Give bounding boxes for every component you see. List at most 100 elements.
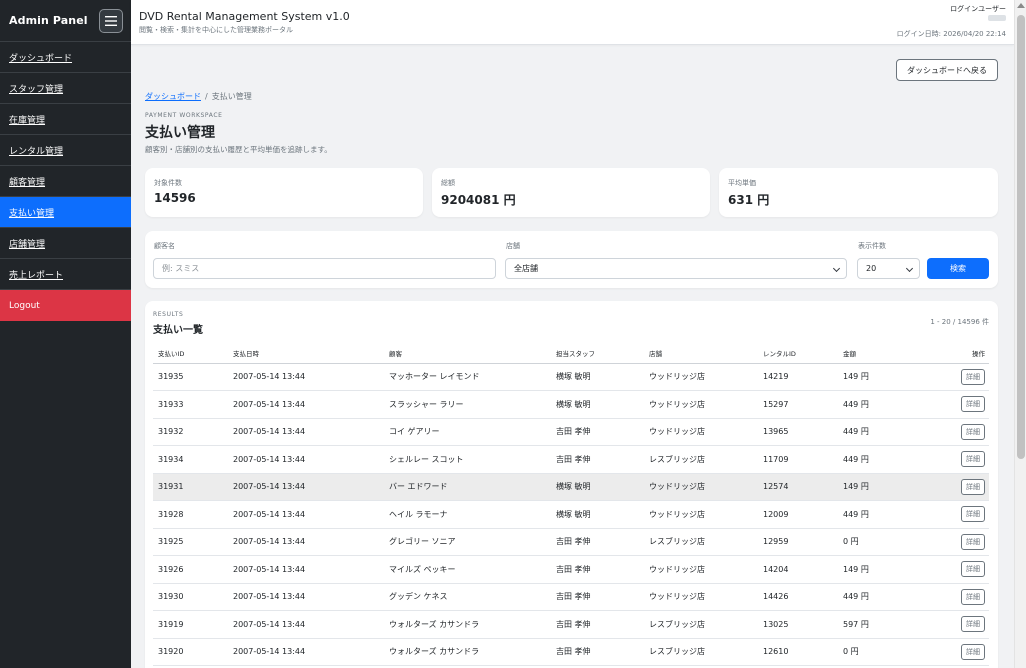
search-button[interactable]: 検索	[927, 258, 989, 279]
detail-button[interactable]: 詳細	[961, 451, 985, 468]
back-to-dashboard-button[interactable]: ダッシュボードへ戻る	[896, 59, 998, 81]
table-cell: 597 円	[838, 610, 910, 639]
column-header: レンタルID	[758, 343, 838, 364]
table-cell: 449 円	[838, 583, 910, 611]
detail-button[interactable]: 詳細	[961, 588, 985, 605]
table-cell: 吉田 孝伸	[551, 610, 644, 639]
detail-button[interactable]: 詳細	[961, 423, 985, 440]
logout-button[interactable]: Logout	[0, 290, 131, 321]
column-header: 担当スタッフ	[551, 343, 644, 364]
detail-button[interactable]: 詳細	[961, 396, 985, 413]
table-cell: ウッドリッジ店	[644, 500, 758, 529]
table-row[interactable]: 31926 2007-05-14 13:44 マイルズ ペッキー 吉田 孝伸 ウッドリッ…	[153, 555, 989, 584]
breadcrumb: ダッシュボード / 支払い管理	[145, 91, 252, 102]
table-cell: 149 円	[838, 555, 910, 584]
table-cell: 0 円	[838, 528, 910, 556]
sidebar-item-rentals[interactable]: レンタル管理	[0, 135, 131, 166]
sidebar-item-payments[interactable]: 支払い管理	[0, 197, 131, 228]
table-row[interactable]: 31919 2007-05-14 13:44 ウォルターズ カサンドラ 吉田 孝伸 レス…	[153, 610, 989, 639]
table-cell: 149 円	[838, 363, 910, 391]
table-cell: 12009	[758, 500, 838, 529]
table-cell: 横塚 敏明	[551, 390, 644, 419]
table-cell: 31925	[153, 528, 228, 556]
sidebar-item-staff[interactable]: スタッフ管理	[0, 73, 131, 104]
results-card: RESULTS 支払い一覧 1 - 20 / 14596 件 支払いID 支払日…	[145, 301, 998, 668]
table-cell: ウッドリッジ店	[644, 390, 758, 419]
table-cell: 449 円	[838, 500, 910, 529]
table-cell: グレゴリー ソニア	[384, 528, 551, 556]
table-cell: 2007-05-14 13:44	[228, 528, 384, 556]
table-cell: 31931	[153, 473, 228, 501]
table-cell: バー エドワード	[384, 473, 551, 501]
table-cell: 吉田 孝伸	[551, 445, 644, 474]
table-cell: 2007-05-14 13:44	[228, 638, 384, 666]
table-row[interactable]: 31932 2007-05-14 13:44 コイ ゲアリー 吉田 孝伸 ウッドリッジ店…	[153, 418, 989, 446]
sidebar-brand: Admin Panel	[0, 0, 131, 42]
page-size-select[interactable]: 20	[857, 258, 920, 279]
table-row[interactable]: 31920 2007-05-14 13:44 ウォルターズ カサンドラ 吉田 孝伸 レス…	[153, 638, 989, 666]
table-cell-actions: 詳細	[910, 445, 989, 474]
table-cell: 吉田 孝伸	[551, 528, 644, 556]
sidebar-item-customers[interactable]: 顧客管理	[0, 166, 131, 197]
brand-title: Admin Panel	[9, 14, 88, 27]
detail-button[interactable]: 詳細	[961, 478, 985, 495]
table-cell: 149 円	[838, 473, 910, 501]
table-cell: ウォルターズ カサンドラ	[384, 638, 551, 666]
page-scrollbar[interactable]	[1014, 0, 1026, 668]
sidebar: Admin Panel ダッシュボード スタッフ管理 在庫管理 レンタル管理 顧…	[0, 0, 131, 668]
detail-button[interactable]: 詳細	[961, 368, 985, 385]
menu-toggle-button[interactable]	[99, 8, 123, 33]
table-cell: 31934	[153, 445, 228, 474]
table-cell: レスブリッジ店	[644, 445, 758, 474]
column-header: 顧客	[384, 343, 551, 364]
store-select[interactable]: 全店舗	[505, 258, 847, 279]
table-row[interactable]: 31928 2007-05-14 13:44 ヘイル ラモーナ 横塚 敏明 ウッドリッジ…	[153, 500, 989, 529]
top-header: DVD Rental Management System v1.0 閲覧・検索・…	[131, 0, 1014, 45]
breadcrumb-home-link[interactable]: ダッシュボード	[145, 92, 201, 101]
table-cell: 31933	[153, 390, 228, 419]
user-name-redacted	[988, 15, 1006, 21]
stat-card-total: 総額 9204081 円	[432, 168, 710, 217]
table-cell: 吉田 孝伸	[551, 638, 644, 666]
table-cell: 31920	[153, 638, 228, 666]
table-cell: 449 円	[838, 445, 910, 474]
table-row[interactable]: 31930 2007-05-14 13:44 グッデン ケネス 吉田 孝伸 ウッドリッジ…	[153, 583, 989, 611]
payments-table: 支払いID 支払日時 顧客 担当スタッフ 店舗 レンタルID 金額 操作 319…	[153, 343, 989, 666]
customer-name-label: 顧客名	[154, 242, 175, 250]
hamburger-icon	[105, 15, 117, 26]
detail-button[interactable]: 詳細	[961, 616, 985, 633]
table-cell: 横塚 敏明	[551, 473, 644, 501]
table-cell-actions: 詳細	[910, 555, 989, 584]
table-row[interactable]: 31935 2007-05-14 13:44 マッホーター レイモンド 横塚 敏明 ウッ…	[153, 363, 989, 391]
detail-button[interactable]: 詳細	[961, 533, 985, 550]
detail-button[interactable]: 詳細	[961, 643, 985, 660]
sidebar-item-inventory[interactable]: 在庫管理	[0, 104, 131, 135]
detail-button[interactable]: 詳細	[961, 506, 985, 523]
table-row[interactable]: 31933 2007-05-14 13:44 スラッシャー ラリー 横塚 敏明 ウッドリ…	[153, 390, 989, 419]
results-title: 支払い一覧	[153, 325, 203, 336]
table-cell-actions: 詳細	[910, 583, 989, 611]
sidebar-item-stores[interactable]: 店舗管理	[0, 228, 131, 259]
breadcrumb-current: 支払い管理	[211, 92, 252, 101]
main-content: ダッシュボードへ戻る ダッシュボード / 支払い管理 PAYMENT WORKSPA…	[131, 45, 1014, 668]
table-row[interactable]: 31931 2007-05-14 13:44 バー エドワード 横塚 敏明 ウッドリッジ…	[153, 473, 989, 501]
table-cell-actions: 詳細	[910, 638, 989, 666]
detail-button[interactable]: 詳細	[961, 561, 985, 578]
customer-name-input[interactable]: 例: スミス	[153, 258, 496, 279]
table-cell: 14219	[758, 363, 838, 391]
table-cell: 2007-05-14 13:44	[228, 390, 384, 419]
page-size-label: 表示件数	[858, 242, 886, 250]
scrollbar-thumb[interactable]	[1017, 15, 1025, 459]
table-cell: 31928	[153, 500, 228, 529]
table-cell: 吉田 孝伸	[551, 555, 644, 584]
scroll-up-arrow-icon[interactable]	[1017, 3, 1025, 8]
table-body: 31935 2007-05-14 13:44 マッホーター レイモンド 横塚 敏明 ウッ…	[153, 363, 989, 666]
table-cell: 12959	[758, 528, 838, 556]
table-row[interactable]: 31925 2007-05-14 13:44 グレゴリー ソニア 吉田 孝伸 レスブリッ…	[153, 528, 989, 556]
sidebar-item-sales-report[interactable]: 売上レポート	[0, 259, 131, 290]
results-count: 1 - 20 / 14596 件	[930, 318, 989, 326]
table-cell-actions: 詳細	[910, 473, 989, 501]
table-row[interactable]: 31934 2007-05-14 13:44 シェルレー スコット 吉田 孝伸 レスブリ…	[153, 445, 989, 474]
sidebar-item-dashboard[interactable]: ダッシュボード	[0, 42, 131, 73]
table-cell: 吉田 孝伸	[551, 418, 644, 446]
